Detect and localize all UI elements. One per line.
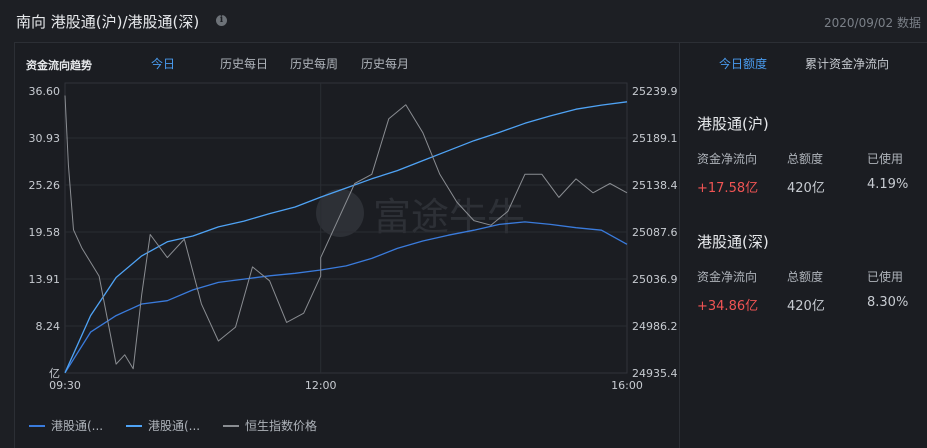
label-total-quota: 总额度 xyxy=(787,152,824,166)
y-left-tick: 25.26 xyxy=(29,179,61,192)
total-quota-value: 420亿 xyxy=(787,299,825,314)
label-net-flow: 资金净流向 xyxy=(697,152,758,166)
y-left-tick: 30.93 xyxy=(29,132,61,145)
y-right-tick: 25189.1 xyxy=(632,132,678,145)
chart-panel: 资金流向趋势 今日 历史每日 历史每周 历史每月 富途牛牛 36.60 25239… xyxy=(14,42,680,448)
y-right-tick: 25138.4 xyxy=(632,179,678,192)
info-icon[interactable]: i xyxy=(216,15,227,26)
y-right-tick: 25036.9 xyxy=(632,273,678,286)
page-title: 南向 港股通(沪)/港股通(深) xyxy=(16,13,200,31)
data-date: 2020/09/02 数据 xyxy=(824,16,921,30)
y-left-tick: 13.91 xyxy=(29,273,61,286)
series-line-0 xyxy=(64,221,628,374)
label-used: 已使用 xyxy=(867,152,904,166)
used-value: 8.30% xyxy=(867,295,909,310)
used-value: 4.19% xyxy=(867,177,909,192)
y-right-tick: 25087.6 xyxy=(632,226,678,239)
quota-panel: 今日额度 累计资金净流向 港股通(沪) 资金净流向 总额度 已使用 +17.58… xyxy=(680,42,927,448)
legend-label: 恒生指数价格 xyxy=(245,419,318,433)
header: 南向 港股通(沪)/港股通(深) i 2020/09/02 数据 xyxy=(0,0,927,42)
x-tick: 09:30 xyxy=(49,379,81,392)
y-right-tick: 24986.2 xyxy=(632,320,678,333)
label-total-quota: 总额度 xyxy=(787,270,824,284)
net-flow-value: +17.58亿 xyxy=(697,181,759,196)
net-flow-value: +34.86亿 xyxy=(697,299,759,314)
legend-item-hsi[interactable]: 恒生指数价格 xyxy=(223,417,317,434)
label-net-flow: 资金净流向 xyxy=(697,270,758,284)
section-title-sh: 港股通(沪) xyxy=(697,115,769,133)
x-tick: 12:00 xyxy=(305,379,337,392)
label-used: 已使用 xyxy=(867,270,904,284)
y-left-tick: 36.60 xyxy=(29,85,61,98)
legend-label: 港股通(... xyxy=(148,419,201,433)
legend-item-sz[interactable]: 港股通(... xyxy=(126,417,200,434)
total-quota-value: 420亿 xyxy=(787,181,825,196)
legend-swatch xyxy=(126,424,142,427)
x-tick: 16:00 xyxy=(611,379,643,392)
legend-label: 港股通(... xyxy=(51,419,104,433)
legend-item-sh[interactable]: 港股通(... xyxy=(29,417,103,434)
legend-swatch xyxy=(29,424,45,427)
fund-flow-chart: 富途牛牛 36.60 25239.930.93 25189.125.26 25138.… xyxy=(29,82,678,392)
tab-cumulative-flow[interactable]: 累计资金净流向 xyxy=(805,55,889,72)
y-left-tick: 8.24 xyxy=(36,320,61,333)
section-title-sz: 港股通(深) xyxy=(697,233,769,251)
legend-swatch xyxy=(223,424,239,427)
tab-today-quota[interactable]: 今日额度 xyxy=(719,55,767,72)
y-right-tick: 25239.9 xyxy=(632,85,678,98)
y-left-tick: 19.58 xyxy=(29,226,61,239)
